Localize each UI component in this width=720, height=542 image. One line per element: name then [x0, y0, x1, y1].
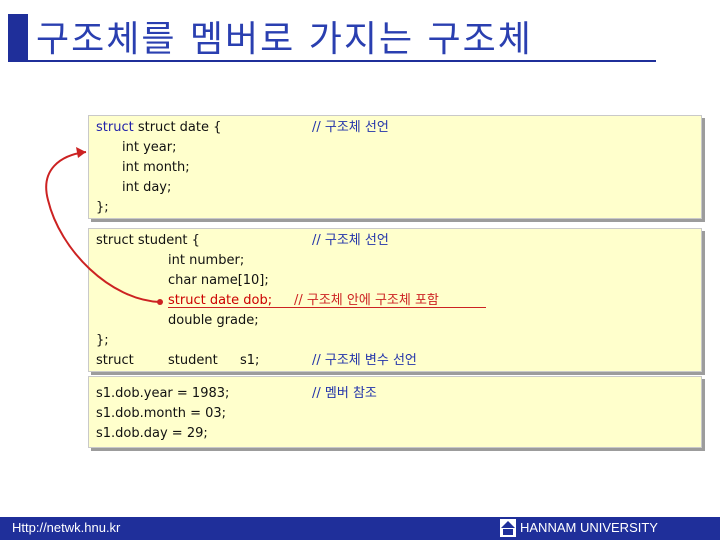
footer-university: HANNAM UNIVERSITY: [520, 520, 658, 535]
university-logo-icon: [500, 519, 516, 537]
nesting-arrow: [45, 147, 163, 305]
footer-url: Http://netwk.hnu.kr: [12, 520, 121, 535]
footer-bar: Http://netwk.hnu.kr HANNAM UNIVERSITY: [0, 517, 720, 540]
